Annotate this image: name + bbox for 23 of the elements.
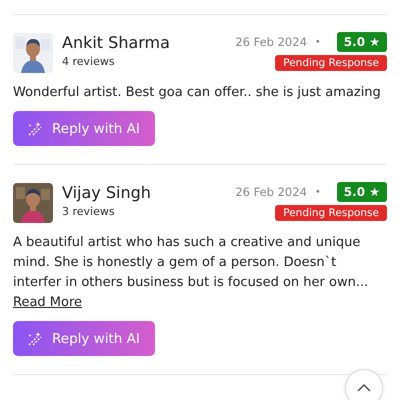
separator-dot: • <box>314 36 321 48</box>
scroll-top-button[interactable] <box>345 369 383 400</box>
chevron-up-icon <box>357 384 371 392</box>
review-count: 3 reviews <box>62 205 116 218</box>
magic-wand-icon <box>27 330 43 346</box>
status-badge: Pending Response <box>275 205 387 221</box>
status-badge: Pending Response <box>275 55 387 71</box>
magic-wand-icon <box>27 120 43 136</box>
separator-dot: • <box>314 186 321 198</box>
reply-button[interactable]: Reply with AI <box>13 321 155 356</box>
reviewer-name: Vijay Singh <box>62 182 152 204</box>
star-icon: ★ <box>369 185 380 199</box>
read-more-link[interactable]: Read More <box>13 295 82 310</box>
reply-button[interactable]: Reply with AI <box>13 111 155 146</box>
rating-badge: 5.0 ★ <box>336 32 387 52</box>
review-date: 26 Feb 2024 <box>235 35 307 49</box>
review-text: A beautiful artist who has such a creative and unique mind. She is honestly a gem of a person. Doesn`t interfer in others business but is focused on her own... Read More <box>13 234 370 312</box>
star-icon: ★ <box>369 35 380 49</box>
rating-badge: 5.0 ★ <box>336 182 387 202</box>
reviewer-name: Ankit Sharma <box>62 32 171 54</box>
review-count: 4 reviews <box>62 55 116 68</box>
review-text: Wonderful artist. Best goa can offer.. she is just amazing <box>13 84 382 102</box>
review-date: 26 Feb 2024 <box>235 185 307 199</box>
